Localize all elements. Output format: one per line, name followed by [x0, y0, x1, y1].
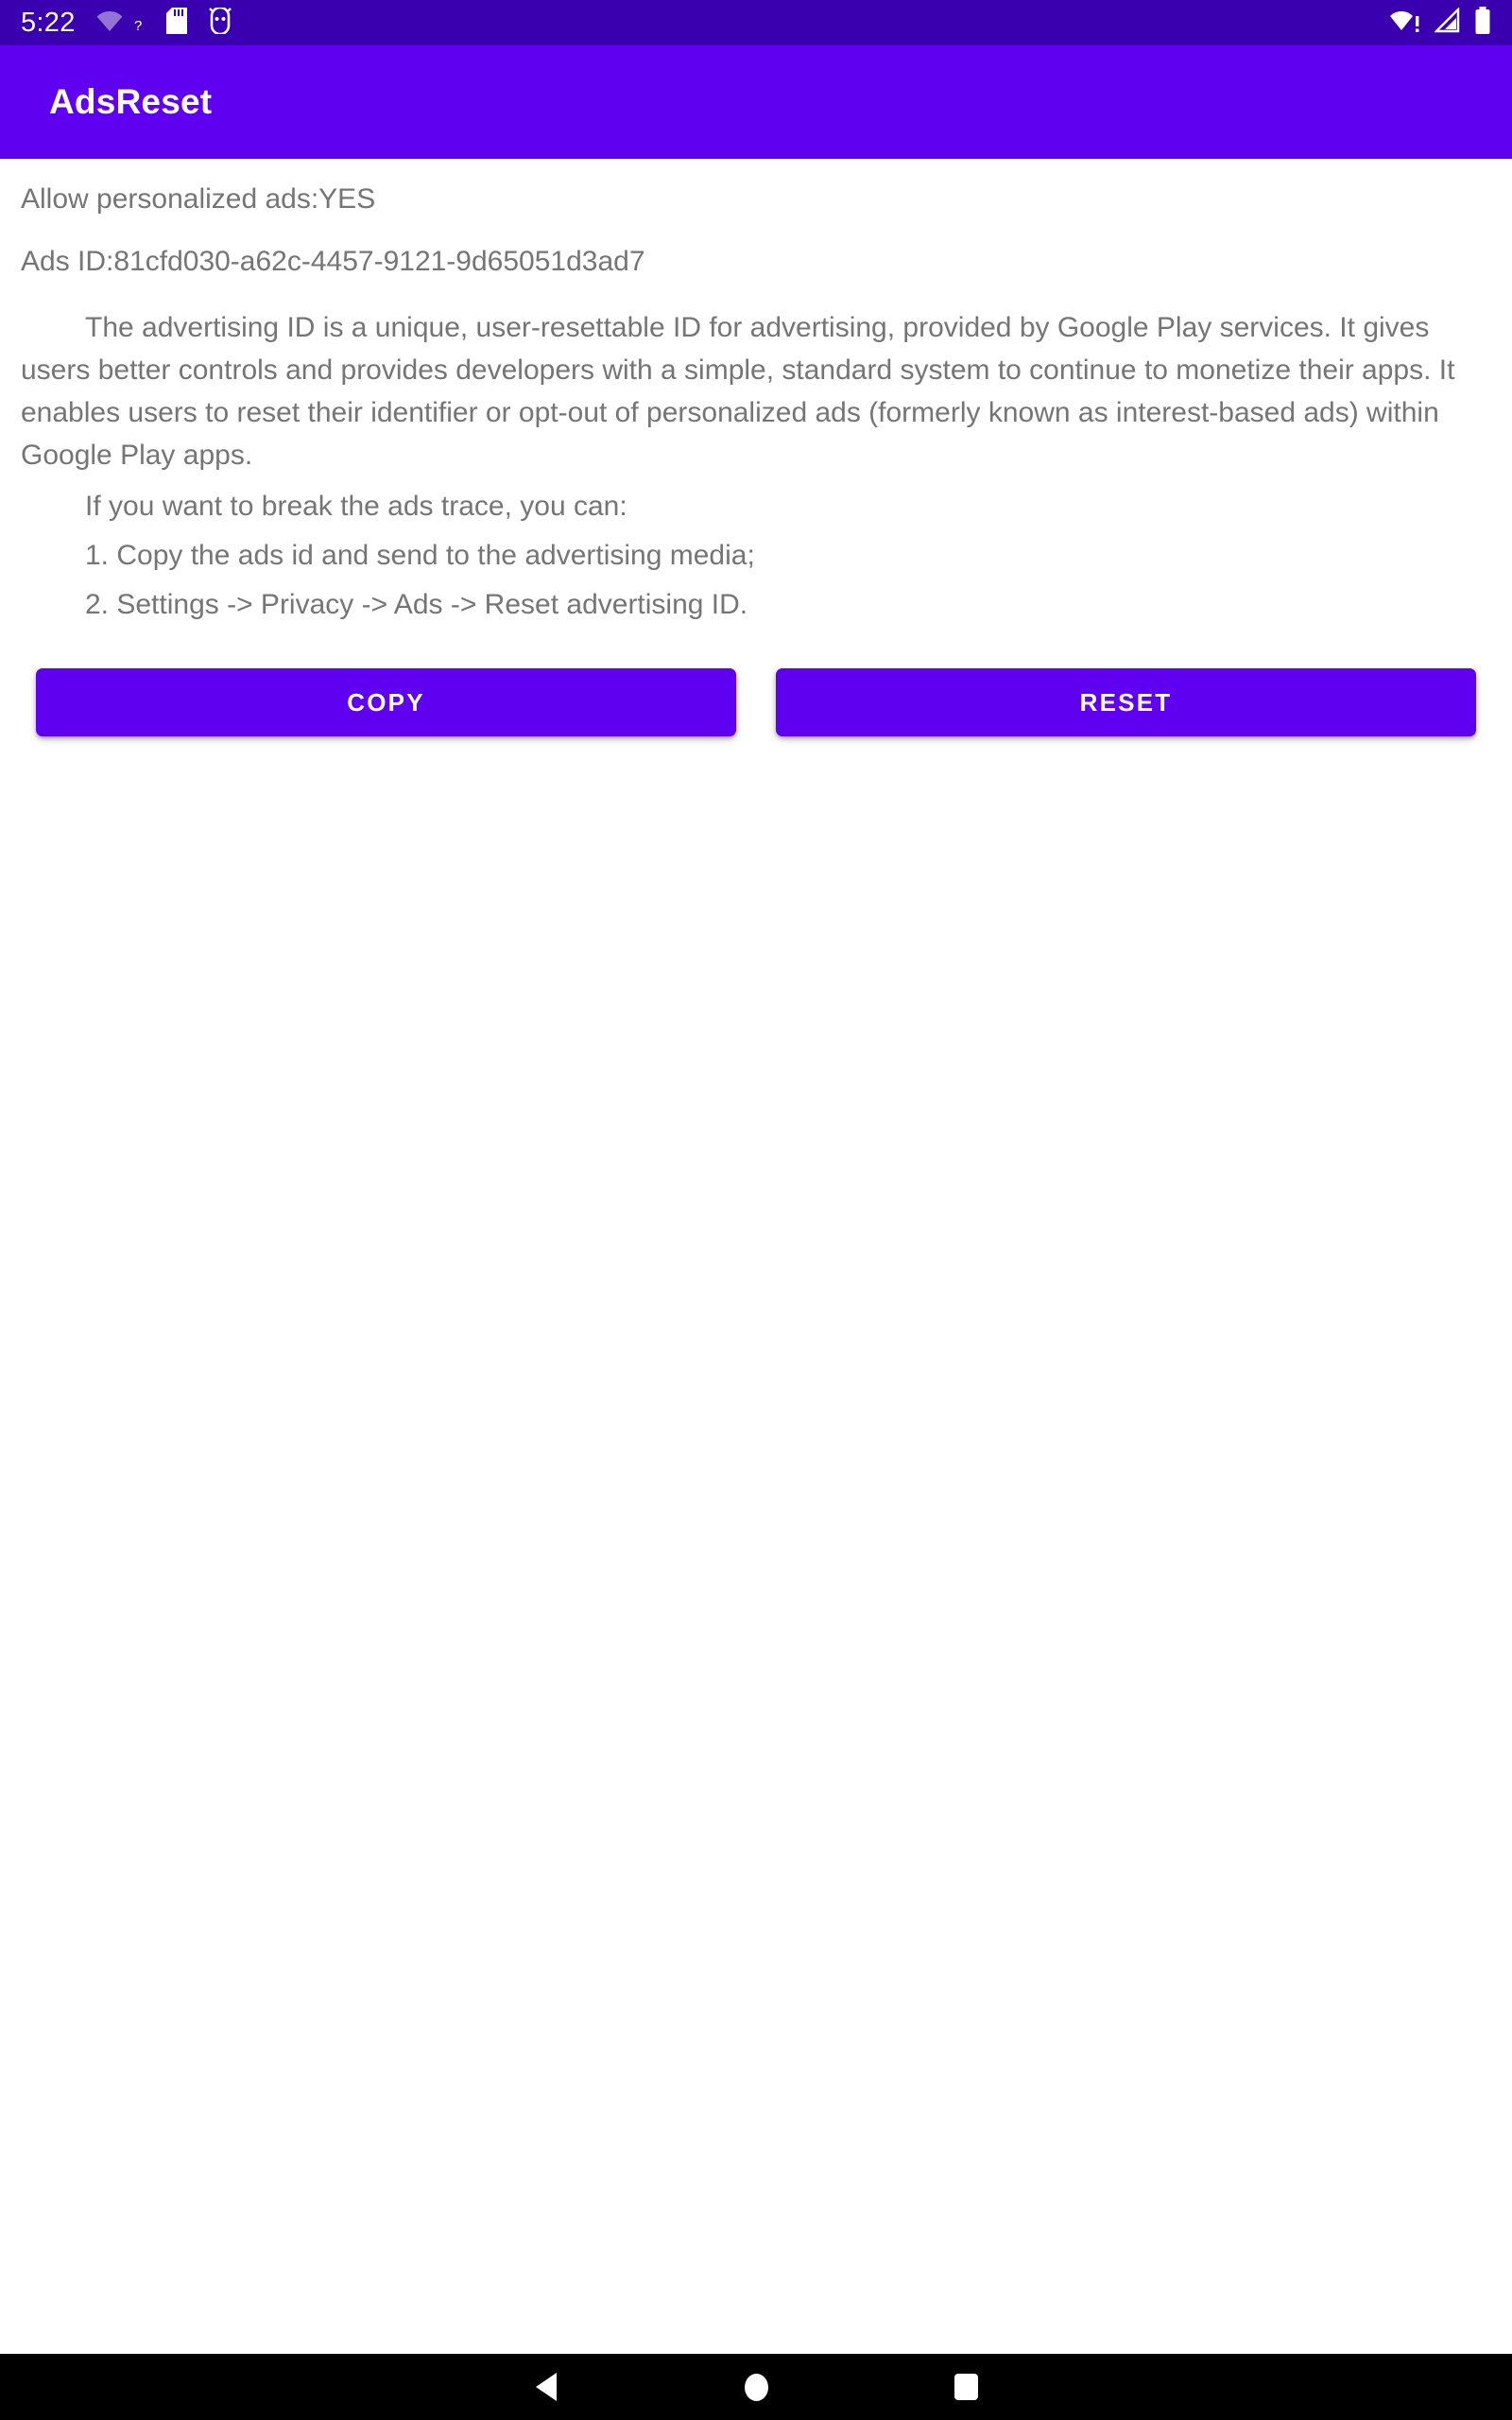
action-button-row: COPY RESET: [0, 668, 1512, 736]
wifi-question-icon: [96, 9, 123, 38]
reset-button[interactable]: RESET: [776, 668, 1476, 736]
copy-button[interactable]: COPY: [36, 668, 736, 736]
step-item-2: 2. Settings -> Privacy -> Ads -> Reset a…: [85, 589, 748, 620]
app-bar: AdsReset: [0, 45, 1512, 159]
android-debug-icon: [208, 6, 232, 39]
sd-card-icon: [165, 7, 187, 39]
nav-home-button[interactable]: [728, 2359, 784, 2415]
step-item-1: 1. Copy the ads id and send to the adver…: [85, 540, 755, 571]
nav-back-button[interactable]: [518, 2359, 575, 2415]
back-icon: [536, 2373, 557, 2401]
home-icon: [744, 2373, 768, 2401]
app-title: AdsReset: [49, 82, 213, 121]
status-bar-clock: 5:22: [21, 7, 76, 38]
recents-icon: [954, 2374, 978, 2400]
svg-text:?: ?: [134, 18, 142, 33]
ads-id-value: Ads ID:81cfd030-a62c-4457-9121-9d65051d3…: [21, 246, 645, 277]
status-bar-right-group: [1389, 6, 1491, 40]
main-content: Allow personalized ads:YES Ads ID:81cfd0…: [0, 159, 1512, 2354]
status-bar-left-group: 5:22 ?: [21, 6, 232, 39]
break-trace-hint: If you want to break the ads trace, you …: [85, 491, 627, 522]
status-bar: 5:22 ?: [0, 0, 1512, 45]
advertising-id-description: The advertising ID is a unique, user-res…: [21, 312, 1455, 471]
nav-recents-button[interactable]: [937, 2359, 994, 2415]
navigation-buttons: [425, 2359, 1087, 2415]
battery-full-icon: [1474, 6, 1491, 40]
phone-screen: 5:22 ? AdsReset Allow personalized ads:Y…: [0, 0, 1512, 2420]
personalized-ads-state: Allow personalized ads:YES: [21, 183, 376, 215]
cell-signal-icon: [1434, 6, 1461, 39]
wifi-alert-icon: [1389, 8, 1421, 39]
system-navigation-bar: [0, 2354, 1512, 2420]
wifi-question-mark-icon: ?: [119, 9, 146, 38]
